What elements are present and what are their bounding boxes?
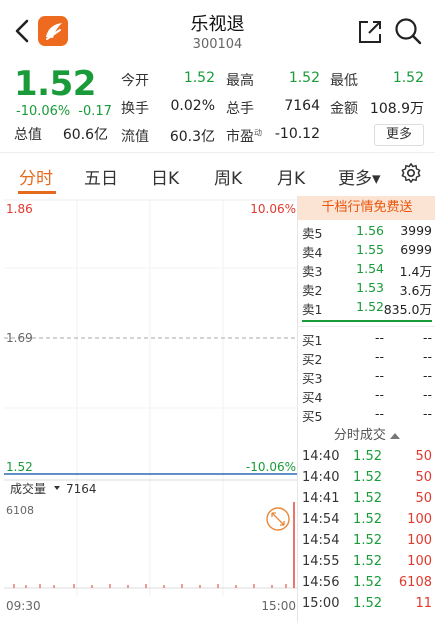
ask-bid-divider [302, 320, 432, 322]
more-button[interactable]: 更多 [374, 124, 424, 146]
tab-intraday[interactable]: 分时 [19, 164, 53, 189]
ask-row: 卖1 1.52 835.0万 [302, 299, 432, 317]
pe-superscript: 动 [254, 128, 262, 138]
volume-value: 7164 [66, 482, 97, 496]
pct-label-top: 10.06% [250, 202, 296, 216]
tick-row: 14:56 1.52 6108 [302, 575, 432, 590]
price-label-top: 1.86 [6, 202, 33, 216]
bid-row: 买4 -- -- [302, 387, 432, 405]
intraday-chart[interactable]: 1.86 10.06% 1.69 1.52 -10.06% 成交量 7164 6… [4, 196, 297, 616]
ask-row: 卖5 1.56 3999 [302, 223, 432, 241]
share-icon[interactable] [356, 18, 384, 46]
change-percent: -10.06% [16, 104, 71, 119]
metric-value: 1.52 [183, 70, 215, 86]
order-book-panel: 千档行情免费送 卖5 1.56 3999 卖4 1.55 6999 卖3 1.54 1.4万… [297, 196, 435, 622]
tick-row: 14:41 1.52 50 [302, 491, 432, 506]
ticks-title: 分时成交 [333, 428, 386, 443]
active-tab-indicator [18, 191, 56, 194]
volume-label[interactable]: 成交量 [10, 481, 46, 496]
metric-label: 最高 [226, 73, 254, 89]
quote-panel: 1.52 -10.06% -0.17 总值 60.6亿 今开 1.52 最高 1.… [0, 60, 435, 152]
tick-row: 14:55 1.52 100 [302, 554, 432, 569]
ask-row: 卖4 1.55 6999 [302, 242, 432, 260]
divider [0, 152, 435, 153]
total-cap-value: 60.6亿 [62, 127, 108, 143]
time-start: 09:30 [6, 599, 41, 613]
tab-weekly-k[interactable]: 周K [214, 164, 242, 189]
metric-value: 0.02% [170, 98, 215, 114]
bid-row: 买2 -- -- [302, 349, 432, 367]
chevron-down-icon [54, 486, 60, 490]
divider [298, 326, 435, 327]
tab-daily-k[interactable]: 日K [151, 164, 179, 189]
metric-label: 金额 [330, 101, 358, 117]
tick-row: 14:54 1.52 100 [302, 512, 432, 527]
metric-value: 1.52 [392, 70, 424, 86]
metric-value: 108.9万 [369, 101, 424, 117]
top-bar: 乐视退 300104 [0, 0, 435, 60]
metric-value: 7164 [284, 98, 320, 114]
tab-monthly-k[interactable]: 月K [277, 164, 305, 189]
expand-icon[interactable] [266, 507, 290, 531]
volume-max-label: 6108 [6, 504, 34, 517]
current-price: 1.52 [14, 64, 96, 104]
chart-tabs: 分时 五日 日K 周K 月K 更多▾ [0, 158, 435, 196]
metric-label: 流值 [121, 129, 149, 145]
metric-value: 1.52 [288, 70, 320, 86]
ticks-header[interactable]: 分时成交 [298, 424, 435, 446]
tab-five-day[interactable]: 五日 [84, 164, 118, 189]
bid-row: 买1 -- -- [302, 330, 432, 348]
ask-row: 卖2 1.53 3.6万 [302, 280, 432, 298]
ask-row: 卖3 1.54 1.4万 [302, 261, 432, 279]
metric-value: 60.3亿 [169, 129, 215, 145]
bid-row: 买5 -- -- [302, 406, 432, 424]
metric-label: 最低 [330, 73, 358, 89]
change-amount: -0.17 [78, 104, 112, 119]
metric-label: 今开 [121, 73, 149, 89]
tick-row: 14:40 1.52 50 [302, 470, 432, 485]
metric-label: 总手 [226, 101, 254, 117]
time-end: 15:00 [261, 599, 296, 613]
pe-label: 市盈动 [226, 128, 262, 145]
search-icon[interactable] [393, 16, 423, 46]
price-label-bottom: 1.52 [6, 460, 33, 474]
bid-row: 买3 -- -- [302, 368, 432, 386]
metric-label: 换手 [121, 101, 149, 117]
price-change: -10.06% -0.17 [16, 104, 120, 119]
total-cap-label: 总值 [14, 127, 42, 143]
tick-row: 14:54 1.52 100 [302, 533, 432, 548]
tick-row: 14:40 1.52 50 [302, 449, 432, 464]
pct-label-bottom: -10.06% [246, 460, 296, 474]
chevron-up-icon [390, 432, 401, 439]
level2-promo-banner[interactable]: 千档行情免费送 [298, 196, 435, 220]
price-label-mid: 1.69 [6, 331, 33, 345]
metric-value: -10.12 [274, 126, 320, 142]
gear-icon[interactable] [400, 162, 422, 184]
tick-row: 15:00 1.52 11 [302, 596, 432, 611]
tab-more[interactable]: 更多▾ [338, 164, 381, 189]
